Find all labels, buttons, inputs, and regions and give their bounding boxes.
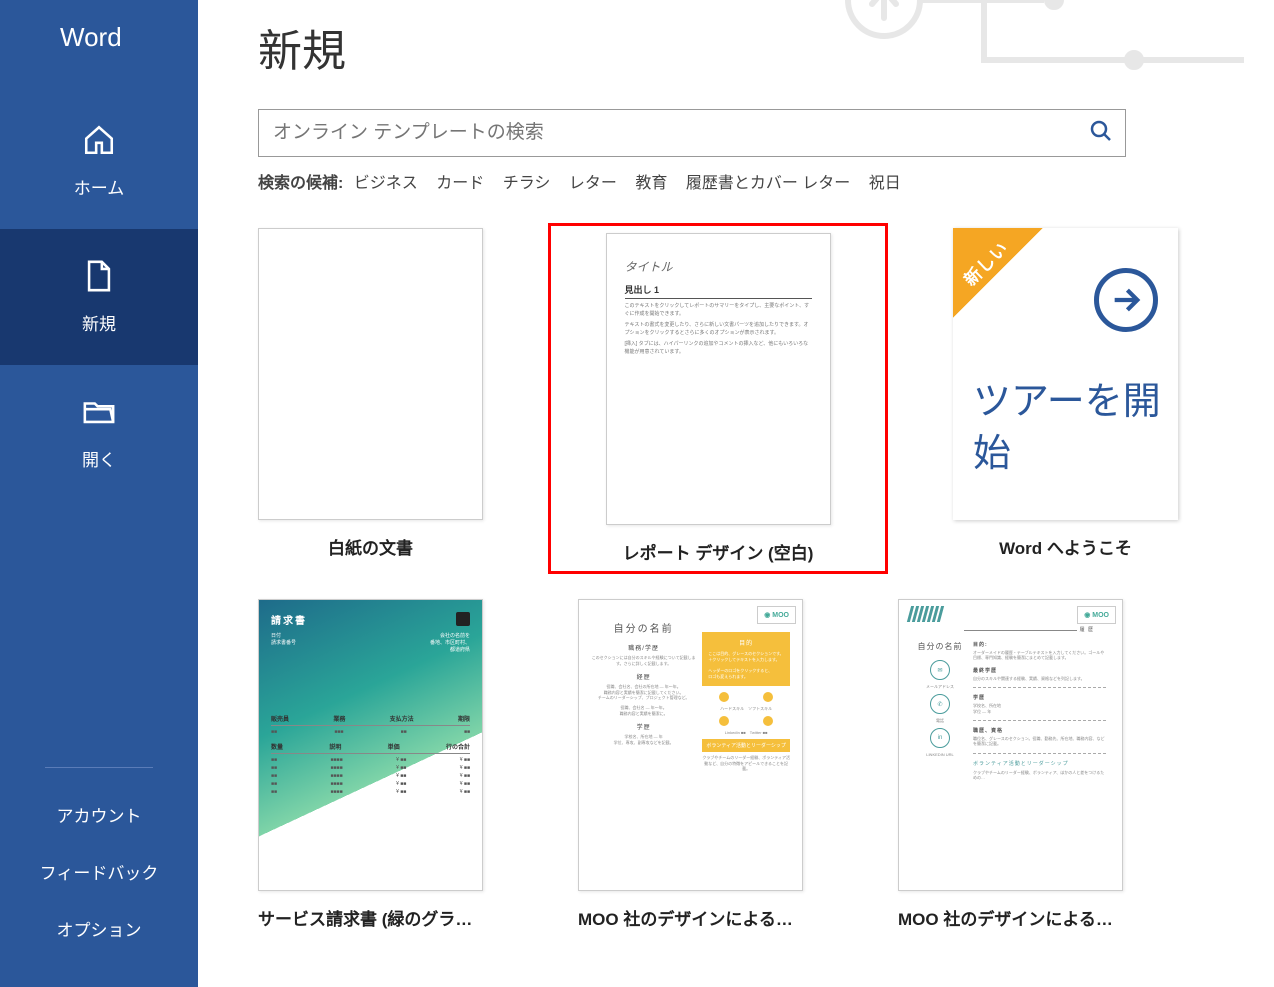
social-icon (719, 716, 729, 726)
thumb-text: [挿入] タブには、ハイパーリンクの追加やコメントの挿入など、他にもいろいろな機… (625, 341, 812, 356)
template-thumbnail: タイトル 見出し 1 このテキストをクリックしてレポートのサマリーをタイプし、主… (606, 233, 831, 525)
template-card-report[interactable]: タイトル 見出し 1 このテキストをクリックしてレポートのサマリーをタイプし、主… (578, 228, 858, 569)
suggestion-link[interactable]: ビジネス (354, 175, 418, 192)
template-thumbnail: 請求書 日付会社の名前を 請求書番号番地、市区町村、 都道府県 販売員 業務 支… (258, 599, 483, 891)
suggestion-link[interactable]: レター (569, 175, 617, 192)
thumb-name: 自分の名前 (591, 620, 696, 635)
sidebar-link-options[interactable]: オプション (0, 900, 198, 957)
template-thumbnail (258, 228, 483, 520)
phone-icon: ✆ (930, 694, 950, 714)
sidebar-link-account[interactable]: アカウント (0, 786, 198, 843)
search-button[interactable] (1077, 109, 1125, 157)
thumb-title: 請求書 (271, 612, 470, 627)
moo-logo: ◉ MOO (757, 606, 796, 624)
badge-text: 新しい (953, 228, 1022, 300)
template-thumbnail: ◉ MOO 自分の名前 職務/学歴 このセクションには自分のスキルや経験について… (578, 599, 803, 891)
social-icon (763, 692, 773, 702)
social-icon (719, 692, 729, 702)
moo-logo: ◉ MOO (1077, 606, 1116, 624)
page-title: 新規 (258, 15, 1234, 79)
template-label: MOO 社のデザインによるクリエ… (898, 905, 1123, 930)
suggestion-link[interactable]: 教育 (635, 175, 667, 192)
template-card-moo-resume[interactable]: ◉ MOO 自分の名前 職務/学歴 このセクションには自分のスキルや経験について… (578, 599, 803, 930)
home-icon (82, 123, 116, 162)
template-card-blank[interactable]: 白紙の文書 (258, 228, 483, 569)
suggestion-link[interactable]: 履歴書とカバー レター (686, 175, 850, 192)
template-label: MOO 社のデザインによる見や… (578, 905, 803, 930)
template-card-welcome[interactable]: 新しい ツアーを開始 Word へようこそ (953, 228, 1178, 569)
search-box (258, 109, 1126, 157)
new-badge: 新しい (953, 228, 1043, 318)
new-document-icon (82, 259, 116, 298)
social-icon (763, 716, 773, 726)
thumb-title: タイトル (625, 258, 812, 275)
sidebar-item-label: 新規 (82, 310, 116, 335)
template-thumbnail: ◉ MOO 履 歴 自分の名前 ✉ メールアドレス ✆ 電話 in (898, 599, 1123, 891)
search-suggestions: 検索の候補: ビジネス カード チラシ レター 教育 履歴書とカバー レター 祝… (258, 169, 1234, 193)
sidebar-link-feedback[interactable]: フィードバック (0, 843, 198, 900)
app-title: Word (0, 0, 198, 93)
mail-icon: ✉ (930, 660, 950, 680)
suggestion-link[interactable]: カード (436, 175, 484, 192)
stripes-icon (909, 606, 942, 622)
sidebar-item-new[interactable]: 新規 (0, 229, 198, 365)
search-icon (1089, 119, 1113, 148)
suggestion-link[interactable]: 祝日 (869, 175, 901, 192)
template-thumbnail: 新しい ツアーを開始 (953, 228, 1178, 520)
thumb-text: このテキストをクリックしてレポートのサマリーをタイプし、主要なポイント、すぐに作… (625, 303, 812, 318)
suggestion-link[interactable]: チラシ (503, 175, 551, 192)
template-card-invoice[interactable]: 請求書 日付会社の名前を 請求書番号番地、市区町村、 都道府県 販売員 業務 支… (258, 599, 483, 930)
template-grid: 白紙の文書 タイトル 見出し 1 このテキストをクリックしてレポートのサマリーを… (258, 228, 1234, 930)
thumb-heading: 見出し 1 (625, 283, 812, 299)
template-label: 白紙の文書 (328, 534, 413, 559)
sidebar-bottom: アカウント フィードバック オプション (0, 767, 198, 987)
template-label: Word へようこそ (999, 534, 1132, 559)
suggestions-label: 検索の候補: (258, 175, 343, 192)
sidebar-item-home[interactable]: ホーム (0, 93, 198, 229)
sidebar-item-open[interactable]: 開く (0, 365, 198, 501)
main-content: 新規 検索の候補: ビジネス カード チラシ レター 教育 履歴書とカバー レタ… (198, 0, 1274, 987)
sidebar-item-label: ホーム (74, 174, 125, 199)
template-card-moo-creative[interactable]: ◉ MOO 履 歴 自分の名前 ✉ メールアドレス ✆ 電話 in (898, 599, 1123, 930)
thumb-text: ツアーを開始 (973, 377, 1168, 480)
sidebar-item-label: 開く (82, 446, 116, 471)
folder-open-icon (82, 395, 116, 434)
linkedin-icon: in (930, 728, 950, 748)
search-input[interactable] (259, 122, 1077, 144)
thumb-text: テキストの書式を変更したり、さらに新しい文書パーツを追加したりできます。オプショ… (625, 322, 812, 337)
arrow-right-icon (1094, 268, 1158, 332)
template-label: サービス請求書 (緑のグラデー… (258, 905, 483, 930)
template-label: レポート デザイン (空白) (623, 539, 814, 564)
sidebar: Word ホーム 新規 開く アカウント フィードバック オプション (0, 0, 198, 987)
sidebar-divider (45, 767, 154, 768)
qr-icon (456, 612, 470, 626)
